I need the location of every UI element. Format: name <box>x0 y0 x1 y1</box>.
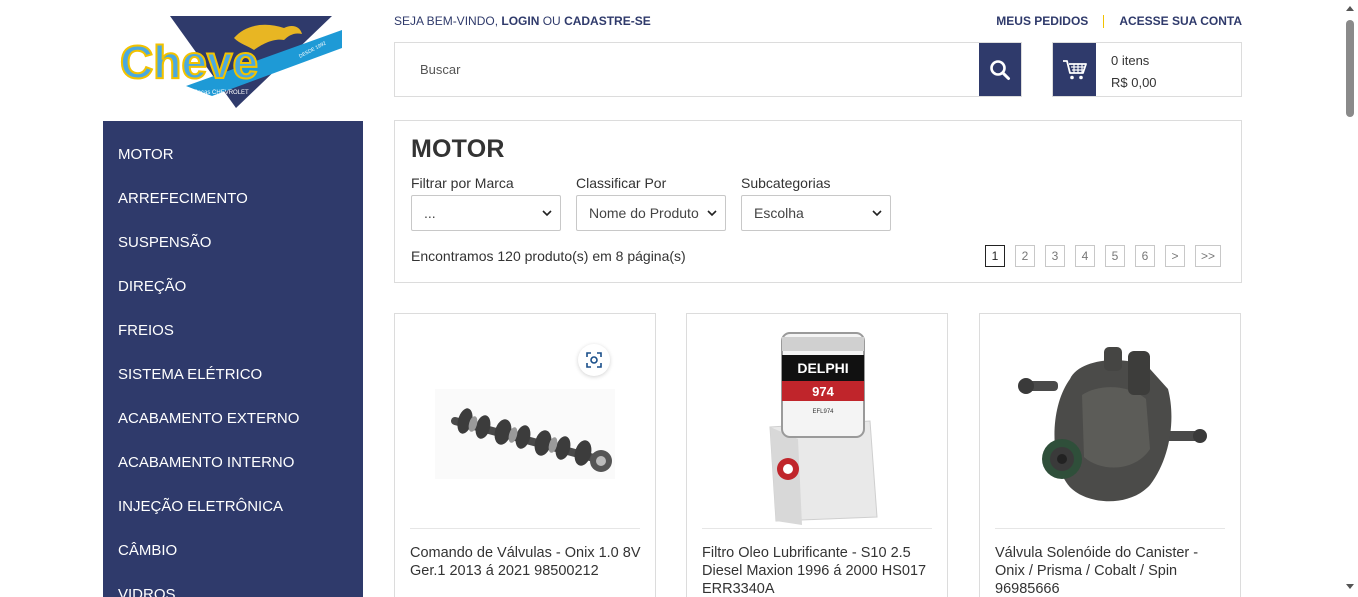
product-title[interactable]: Filtro Oleo Lubrificante - S10 2.5 Diese… <box>702 544 935 597</box>
cart-summary: 0 itens R$ 0,00 <box>1096 43 1157 96</box>
page-title: MOTOR <box>411 135 505 163</box>
product-title[interactable]: Válvula Solenóide do Canister - Onix / P… <box>995 544 1228 597</box>
page-link-4[interactable]: 4 <box>1074 245 1095 267</box>
brand-filter-value: ... <box>424 205 436 221</box>
sidebar-item-freios[interactable]: FREIOS <box>103 309 363 353</box>
my-orders-link[interactable]: MEUS PEDIDOS <box>996 14 1088 28</box>
page-last-button[interactable]: >> <box>1194 245 1221 267</box>
chevron-down-icon <box>542 209 552 216</box>
sidebar-item-injecao-eletronica[interactable]: INJEÇÃO ELETRÔNICA <box>103 485 363 529</box>
scroll-up-arrow-icon[interactable] <box>1346 6 1354 11</box>
page-link-2[interactable]: 2 <box>1014 245 1035 267</box>
scrollbar-thumb[interactable] <box>1346 20 1354 117</box>
or-text: OU <box>542 14 561 28</box>
login-link[interactable]: LOGIN <box>501 14 539 28</box>
product-card[interactable]: Válvula Solenóide do Canister - Onix / P… <box>979 313 1241 597</box>
welcome-line: SEJA BEM-VINDO, LOGIN OU CADASTRE-SE <box>394 14 651 28</box>
delphi-brand-text: DELPHI <box>797 360 848 376</box>
sidebar-item-direcao[interactable]: DIREÇÃO <box>103 265 363 309</box>
chevron-down-icon <box>872 209 882 216</box>
zoom-button[interactable] <box>578 344 610 376</box>
sort-filter-value: Nome do Produto <box>589 205 699 221</box>
top-links-divider <box>1103 14 1105 28</box>
cart-items-count: 0 itens <box>1111 53 1150 68</box>
camshaft-image <box>435 389 615 479</box>
page-scrollbar[interactable] <box>1342 0 1358 597</box>
card-divider <box>995 528 1225 529</box>
page-link-6[interactable]: 6 <box>1134 245 1155 267</box>
sort-filter-select[interactable]: Nome do Produto <box>576 195 726 231</box>
filter-model-text: 974 <box>812 384 834 399</box>
sort-filter-label: Classificar Por <box>576 175 667 191</box>
logo-brand-text: Cheve <box>120 36 258 88</box>
page-link-3[interactable]: 3 <box>1044 245 1065 267</box>
cart-widget[interactable]: 0 itens R$ 0,00 <box>1052 42 1242 97</box>
logo-tagline: Especialista em Peças CHEVROLET <box>150 90 249 96</box>
brand-filter: Filtrar por Marca ... <box>411 175 561 231</box>
results-count: Encontramos 120 produto(s) em 8 página(s… <box>411 248 686 264</box>
category-panel: MOTOR Filtrar por Marca ... Classificar … <box>394 120 1242 283</box>
canister-valve-image <box>1018 347 1207 502</box>
cart-icon-box[interactable] <box>1053 43 1096 96</box>
top-links: MEUS PEDIDOS ACESSE SUA CONTA <box>996 14 1242 28</box>
brand-filter-select[interactable]: ... <box>411 195 561 231</box>
subcategory-filter-label: Subcategorias <box>741 175 831 191</box>
sort-filter: Classificar Por Nome do Produto <box>576 175 726 231</box>
product-image-canister-valve[interactable] <box>995 329 1225 529</box>
product-card[interactable]: Comando de Válvulas - Onix 1.0 8V Ger.1 … <box>394 313 656 597</box>
subcategory-filter: Subcategorias Escolha <box>741 175 891 231</box>
zoom-scan-icon <box>586 352 602 368</box>
search-icon <box>990 59 1010 80</box>
card-divider <box>702 528 932 529</box>
product-title[interactable]: Comando de Válvulas - Onix 1.0 8V Ger.1 … <box>410 544 643 580</box>
sidebar-item-acabamento-interno[interactable]: ACABAMENTO INTERNO <box>103 441 363 485</box>
brand-filter-label: Filtrar por Marca <box>411 175 514 191</box>
sidebar-item-sistema-eletrico[interactable]: SISTEMA ELÉTRICO <box>103 353 363 397</box>
search-input[interactable] <box>395 43 979 96</box>
page-next-button[interactable]: > <box>1164 245 1185 267</box>
product-card[interactable]: DELPHI 974 EFL974 Filtro Oleo Lubrifican… <box>686 313 948 597</box>
sidebar-item-vidros[interactable]: VIDROS <box>103 573 363 597</box>
cart-icon <box>1062 59 1087 79</box>
subcategory-filter-select[interactable]: Escolha <box>741 195 891 231</box>
category-sidebar: MOTOR ARREFECIMENTO SUSPENSÃO DIREÇÃO FR… <box>103 121 363 597</box>
register-link[interactable]: CADASTRE-SE <box>564 14 651 28</box>
scroll-down-arrow-icon[interactable] <box>1346 584 1354 589</box>
sidebar-item-cambio[interactable]: CÂMBIO <box>103 529 363 573</box>
page-link-1[interactable]: 1 <box>984 245 1005 267</box>
oil-filter-image: DELPHI 974 EFL974 <box>769 332 878 525</box>
sidebar-item-suspensao[interactable]: SUSPENSÃO <box>103 221 363 265</box>
cart-total: R$ 0,00 <box>1111 75 1157 90</box>
my-account-link[interactable]: ACESSE SUA CONTA <box>1119 14 1242 28</box>
chevron-down-icon <box>707 209 717 216</box>
search-bar <box>394 42 1022 97</box>
sidebar-item-motor[interactable]: MOTOR <box>103 133 363 177</box>
product-image-oil-filter[interactable]: DELPHI 974 EFL974 <box>702 329 932 529</box>
card-divider <box>410 528 640 529</box>
sidebar-item-arrefecimento[interactable]: ARREFECIMENTO <box>103 177 363 221</box>
subcategory-filter-value: Escolha <box>754 205 804 221</box>
filter-code-text: EFL974 <box>812 409 834 415</box>
logo[interactable]: Cheve Especialista em Peças CHEVROLET DE… <box>116 14 348 110</box>
sidebar-item-acabamento-externo[interactable]: ACABAMENTO EXTERNO <box>103 397 363 441</box>
page-link-5[interactable]: 5 <box>1104 245 1125 267</box>
pagination: 1 2 3 4 5 6 > >> <box>975 245 1221 267</box>
cheve-logo-graphic: Cheve Especialista em Peças CHEVROLET DE… <box>119 16 342 108</box>
welcome-prefix: SEJA BEM-VINDO, <box>394 14 499 28</box>
search-button[interactable] <box>979 43 1021 96</box>
